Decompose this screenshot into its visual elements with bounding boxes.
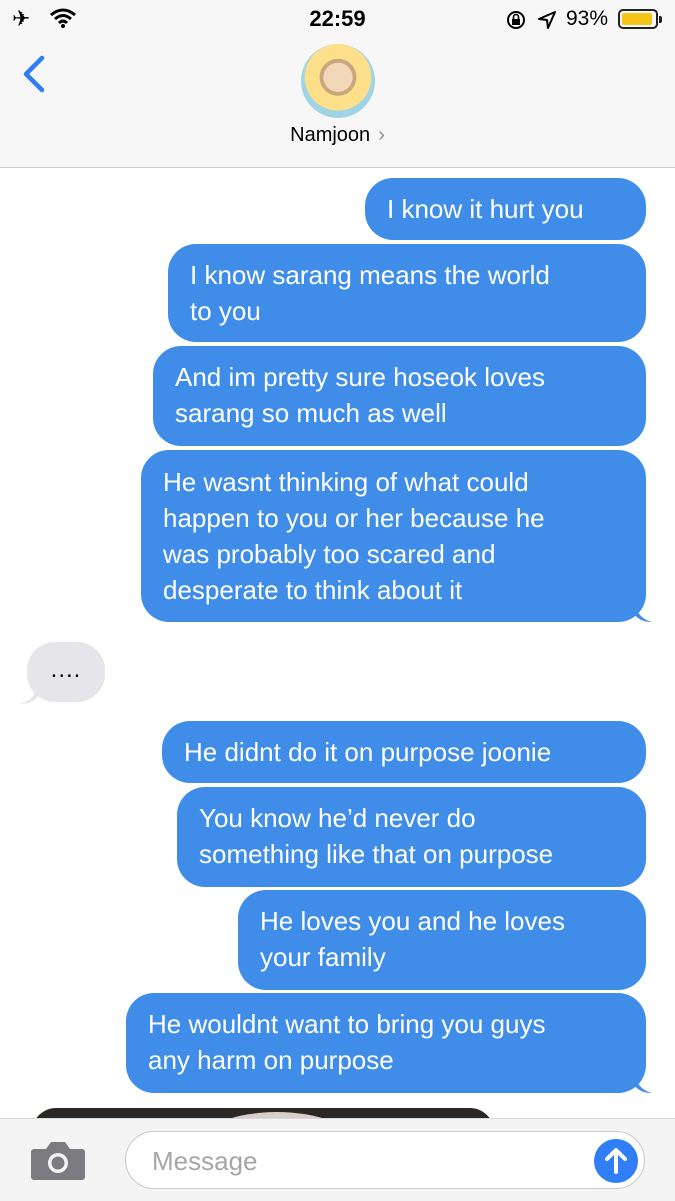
message-line: was probably too scared and [163, 539, 496, 569]
bubble-tail [20, 682, 38, 704]
message-bubble-sent[interactable]: He wasnt thinking of what could happen t… [141, 450, 646, 622]
back-chevron-icon[interactable] [18, 54, 52, 94]
message-bubble-sent[interactable]: He didnt do it on purpose joonie [162, 721, 646, 783]
message-bubble-sent[interactable]: And im pretty sure hoseok loves sarang s… [153, 346, 646, 446]
chevron-right-icon: › [378, 124, 385, 146]
status-bar: ✈ 22:59 93% [0, 0, 675, 40]
contact-avatar[interactable] [301, 44, 375, 118]
message-line: happen to you or her because he [163, 503, 545, 533]
message-line: any harm on purpose [148, 1045, 394, 1075]
battery-nub [659, 16, 662, 23]
message-line: desperate to think about it [163, 575, 463, 605]
message-input[interactable] [150, 1140, 584, 1182]
message-bubble-sent[interactable]: I know it hurt you [365, 178, 646, 240]
message-composer [0, 1118, 675, 1201]
message-line: He didnt do it on purpose joonie [184, 737, 552, 767]
battery-icon [618, 9, 662, 29]
message-line: He wasnt thinking of what could [163, 467, 529, 497]
message-line: .... [50, 656, 82, 683]
contact-name: Namjoon [290, 124, 371, 146]
location-icon [538, 11, 556, 29]
message-line: your family [260, 942, 386, 972]
message-line: He wouldnt want to bring you guys [148, 1009, 546, 1039]
battery-percentage: 93% [566, 7, 609, 30]
send-button[interactable] [594, 1139, 638, 1183]
arrow-up-icon [605, 1148, 627, 1174]
camera-icon[interactable] [30, 1139, 86, 1181]
message-field[interactable] [125, 1131, 645, 1189]
message-bubble-sent[interactable]: He loves you and he loves your family [238, 890, 646, 990]
message-bubble-sent[interactable]: I know sarang means the world to you [168, 244, 646, 342]
message-line: I know sarang means the world [190, 260, 550, 290]
contact-name-button[interactable]: Namjoon › [0, 124, 675, 147]
message-line: to you [190, 296, 261, 326]
message-line: sarang so much as well [175, 398, 447, 428]
message-line: I know it hurt you [387, 194, 584, 224]
conversation-header: Namjoon › [0, 40, 675, 168]
message-bubble-sent[interactable]: You know he’d never do something like th… [177, 787, 646, 887]
bubble-tail [634, 600, 652, 622]
message-line: He loves you and he loves [260, 906, 565, 936]
message-line: And im pretty sure hoseok loves [175, 362, 545, 392]
message-line: something like that on purpose [199, 839, 554, 869]
bubble-tail [634, 1071, 652, 1093]
battery-fill [622, 13, 652, 25]
message-bubble-received[interactable]: .... [27, 642, 105, 702]
message-bubble-sent[interactable]: He wouldnt want to bring you guys any ha… [126, 993, 646, 1093]
message-line: You know he’d never do [199, 803, 476, 833]
orientation-lock-icon [507, 11, 525, 29]
